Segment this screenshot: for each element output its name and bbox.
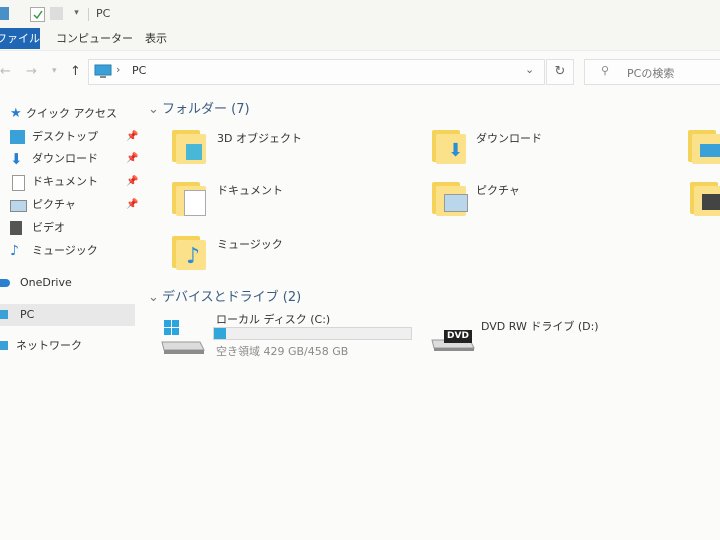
properties-icon[interactable] [30,7,45,22]
sidebar-item-videos[interactable]: ビデオ [0,217,135,239]
explorer-app-icon[interactable] [0,7,9,20]
sidebar-quick-access[interactable]: ★ クイック アクセス [0,103,135,125]
download-icon: ⬇ [10,150,23,168]
tab-computer[interactable]: コンピューター [56,28,133,49]
folder-pictures-label[interactable]: ピクチャ [476,182,520,198]
sidebar-item-desktop[interactable]: デスクトップ 📌 [0,126,138,148]
sidebar-item-music[interactable]: ♪ ミュージック [0,240,135,262]
sidebar-item-pictures[interactable]: ピクチャ 📌 [0,194,138,216]
divider [88,8,89,21]
sidebar-item-pc[interactable]: PC [0,304,135,326]
sidebar-item-documents[interactable]: ドキュメント 📌 [0,171,138,193]
folder-downloads-icon[interactable]: ⬇ [432,126,470,166]
disk-usage-fill [214,328,227,339]
pc-icon [0,310,8,319]
folder-music-icon[interactable]: ♪ [172,232,210,272]
search-input[interactable]: ⚲ PCの検索 [584,59,720,85]
network-icon [0,341,8,350]
desktop-icon [10,130,25,144]
star-icon: ★ [10,106,22,121]
back-icon[interactable]: ← [0,64,11,79]
pc-icon [94,64,112,78]
refresh-icon[interactable]: ↻ [546,59,574,85]
document-icon [12,175,25,191]
breadcrumb-chevron-icon: › [116,63,121,76]
pin-icon[interactable]: 📌 [126,194,138,216]
local-disk-free: 空き領域 429 GB/458 GB [216,345,349,358]
window-title: PC [96,7,111,20]
pin-icon[interactable]: 📌 [126,126,138,148]
chevron-down-icon: ⌄ [148,290,159,305]
video-icon [10,221,22,235]
folders-group-header[interactable]: ⌄ フォルダー (7) [148,98,250,117]
address-row: ← → ▾ ↑ › PC ⌄ ↻ ⚲ PCの検索 [0,50,720,91]
sidebar-item-network[interactable]: ネットワーク [0,335,135,357]
title-bar: ▾ PC [0,0,720,28]
dvd-badge: DVD [447,331,469,341]
search-placeholder: PCの検索 [627,67,675,80]
folder-3d-objects-label[interactable]: 3D オブジェクト [217,130,302,146]
folder-downloads-label[interactable]: ダウンロード [476,130,542,146]
music-icon: ♪ [10,243,19,259]
drives-group-header[interactable]: ⌄ デバイスとドライブ (2) [148,286,301,305]
forward-icon[interactable]: → [26,64,37,79]
folder-documents-label[interactable]: ドキュメント [217,182,283,198]
tab-file[interactable]: ファイル [0,28,40,49]
folder-pictures-icon[interactable] [432,178,470,218]
folder-desktop-icon[interactable] [688,126,720,166]
tab-view[interactable]: 表示 [145,28,167,49]
local-disk-icon[interactable] [160,318,206,356]
customize-toolbar-icon[interactable]: ▾ [70,7,83,20]
breadcrumb-pc[interactable]: PC [132,64,146,77]
folder-documents-icon[interactable] [172,178,210,218]
pictures-icon [10,200,27,212]
local-disk-name[interactable]: ローカル ディスク (C:) [216,311,330,327]
folder-videos-icon[interactable] [690,178,720,218]
folder-3d-objects-icon[interactable] [172,126,210,166]
cloud-icon [0,279,10,287]
dvd-drive-name[interactable]: DVD RW ドライブ (D:) [481,318,599,334]
recent-locations-icon[interactable]: ▾ [52,66,57,76]
chevron-down-icon: ⌄ [148,102,159,117]
new-folder-icon[interactable] [50,7,63,20]
address-bar[interactable]: › PC ⌄ [88,59,545,85]
address-dropdown-icon[interactable]: ⌄ [525,63,534,76]
sidebar-item-downloads[interactable]: ⬇ ダウンロード 📌 [0,148,138,170]
search-icon: ⚲ [601,64,610,77]
up-icon[interactable]: ↑ [70,64,81,79]
sidebar-item-onedrive[interactable]: OneDrive [0,272,135,294]
pin-icon[interactable]: 📌 [126,148,138,170]
folder-music-label[interactable]: ミュージック [217,236,283,252]
pin-icon[interactable]: 📌 [126,171,138,193]
disk-usage-bar [213,327,412,340]
ribbon-tabs: ファイル コンピューター 表示 [0,28,720,50]
